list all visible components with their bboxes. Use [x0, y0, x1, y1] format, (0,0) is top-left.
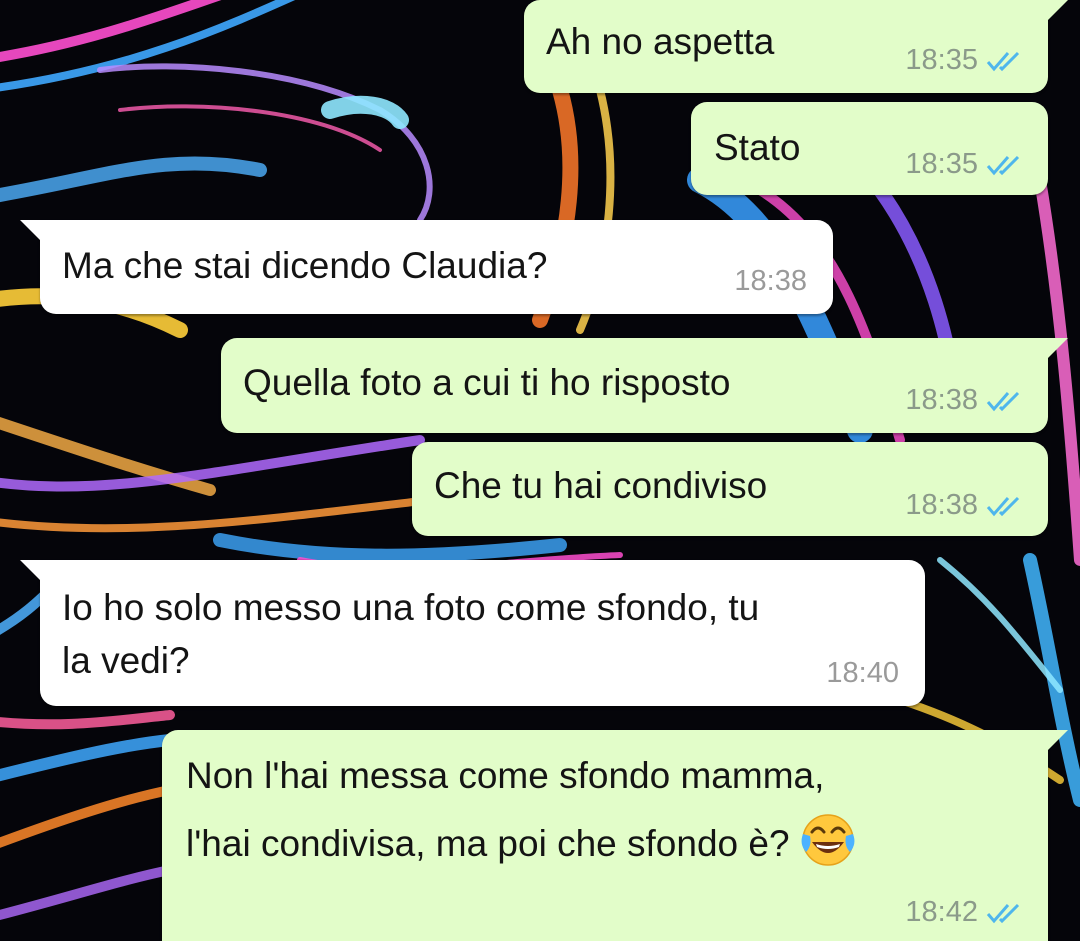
message-bubble-outgoing[interactable]: Quella foto a cui ti ho risposto 18:38 — [221, 338, 1068, 433]
message-bubble-outgoing[interactable]: Ah no aspetta 18:35 — [524, 0, 1068, 93]
double-check-icon — [986, 51, 1020, 71]
message-text: Quella foto a cui ti ho risposto — [243, 362, 731, 403]
message-bubble-outgoing[interactable]: Non l'hai messa come sfondo mamma, l'hai… — [162, 730, 1068, 941]
message-bubble-incoming[interactable]: Io ho solo messo una foto come sfondo, t… — [20, 560, 925, 706]
bubble-tail — [1046, 0, 1068, 22]
chat-screen: Ah no aspetta 18:35 Stato 18:35 Ma che s… — [0, 0, 1080, 941]
message-text: Ah no aspetta — [546, 21, 775, 62]
message-meta: 18:35 — [905, 44, 1022, 77]
bubble-tail — [20, 220, 42, 242]
bubble-tail — [20, 560, 42, 582]
bubble-tail — [1046, 730, 1068, 752]
message-time: 18:40 — [826, 657, 899, 689]
message-bubble-outgoing[interactable]: Stato 18:35 — [691, 102, 1048, 195]
message-text-line: Io ho solo messo una foto come sfondo, t… — [62, 587, 760, 628]
message-meta: 18:38 — [734, 265, 807, 298]
message-meta: 18:35 — [905, 148, 1022, 181]
double-check-icon — [986, 155, 1020, 175]
message-text-line: Non l'hai messa come sfondo mamma, — [186, 755, 825, 796]
double-check-icon — [986, 391, 1020, 411]
message-text: Che tu hai condiviso — [434, 465, 768, 506]
message-text: Stato — [714, 127, 801, 168]
double-check-icon — [986, 496, 1020, 516]
double-check-icon — [986, 903, 1020, 923]
message-meta: 18:38 — [905, 489, 1022, 522]
message-time: 18:42 — [905, 896, 978, 928]
message-text: Ma che stai dicendo Claudia? — [62, 245, 548, 286]
message-time: 18:35 — [905, 148, 978, 180]
message-text-line: la vedi? — [62, 640, 190, 681]
message-text: l'hai condivisa, ma poi che sfondo è? — [186, 823, 790, 864]
message-meta: 18:38 — [905, 384, 1022, 417]
message-text-line: l'hai condivisa, ma poi che sfondo è? — [186, 808, 858, 872]
message-bubble-outgoing[interactable]: Che tu hai condiviso 18:38 — [412, 442, 1048, 536]
message-time: 18:35 — [905, 44, 978, 76]
message-time: 18:38 — [734, 265, 807, 297]
message-meta: 18:40 — [826, 657, 899, 690]
message-meta: 18:42 — [905, 896, 1022, 929]
face-with-tears-of-joy-icon — [801, 814, 855, 866]
message-time: 18:38 — [905, 384, 978, 416]
message-bubble-incoming[interactable]: Ma che stai dicendo Claudia? 18:38 — [20, 220, 833, 314]
message-time: 18:38 — [905, 489, 978, 521]
bubble-tail — [1046, 338, 1068, 360]
